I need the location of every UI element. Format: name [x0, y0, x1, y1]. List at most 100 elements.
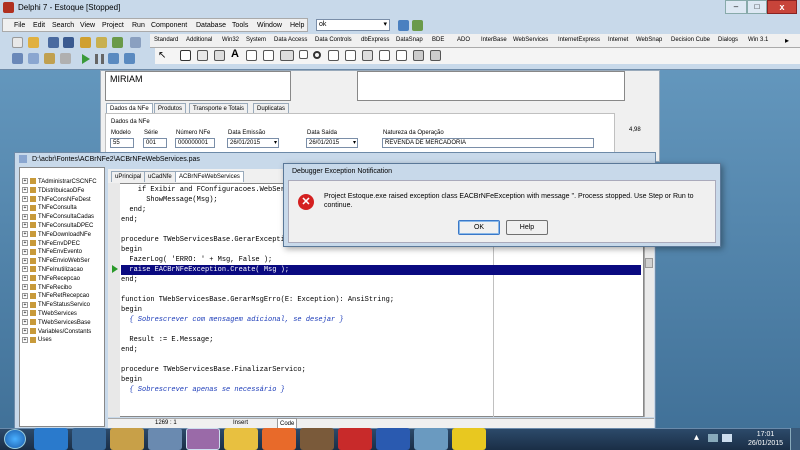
groupbox-component-icon[interactable]: [379, 50, 390, 61]
memo-component-icon[interactable]: [263, 50, 274, 61]
tab-decision-cube[interactable]: Decision Cube: [671, 35, 710, 46]
taskbar-gallery-icon[interactable]: [452, 428, 486, 450]
code-line[interactable]: procedure TWebServicesBase.FinalizarServ…: [121, 365, 306, 375]
menu-component[interactable]: Component: [151, 20, 187, 31]
save-icon[interactable]: [48, 37, 59, 48]
code-line[interactable]: end;: [121, 345, 138, 355]
tab-additional[interactable]: Additional: [186, 35, 212, 46]
taskbar-firefox-icon[interactable]: [262, 428, 296, 450]
expand-icon[interactable]: +: [22, 196, 28, 203]
view-unit-icon[interactable]: [12, 53, 23, 64]
tree-item[interactable]: + TNFeConsultaCadas: [22, 213, 94, 221]
tab-standard[interactable]: Standard: [154, 35, 178, 46]
actionlist-component-icon[interactable]: [430, 50, 441, 61]
expand-icon[interactable]: +: [22, 178, 28, 185]
remove-from-project-icon[interactable]: [112, 37, 123, 48]
tab-internetexpress[interactable]: InternetExpress: [558, 35, 600, 46]
close-button[interactable]: x: [767, 0, 797, 14]
tab-dialogs[interactable]: Dialogs: [718, 35, 738, 46]
tab-data-controls[interactable]: Data Controls: [315, 35, 352, 46]
tree-item[interactable]: + TNFeRecepcao: [22, 275, 80, 283]
expand-icon[interactable]: +: [22, 248, 28, 255]
scrollbar-component-icon[interactable]: [362, 50, 373, 61]
tree-item[interactable]: + TNFeEnvDPEC: [22, 240, 80, 248]
expand-icon[interactable]: +: [22, 275, 28, 282]
desktop-layout-combo[interactable]: ok ▾: [316, 19, 390, 31]
taskbar-explorer2-icon[interactable]: [414, 428, 448, 450]
help-contents-icon[interactable]: [130, 37, 141, 48]
tree-item[interactable]: + TDistribuicaoDFe: [22, 187, 84, 195]
mainmenu-icon[interactable]: [197, 50, 208, 61]
step-over-icon[interactable]: [124, 53, 135, 64]
numero-field[interactable]: 000000001: [175, 138, 215, 148]
expand-icon[interactable]: +: [22, 231, 28, 238]
toggle-form-unit-icon[interactable]: [44, 53, 55, 64]
serie-field[interactable]: 001: [143, 138, 167, 148]
tree-item[interactable]: + TNFeEnvEvento: [22, 248, 82, 256]
expand-icon[interactable]: +: [22, 319, 28, 326]
code-line[interactable]: { Sobrescrever apenas se necessário }: [121, 385, 284, 395]
tree-item[interactable]: + TNFeConsultaDPEC: [22, 222, 93, 230]
tree-item[interactable]: + TNFeRetRecepcao: [22, 292, 89, 300]
expand-icon[interactable]: +: [22, 328, 28, 335]
menu-project[interactable]: Project: [102, 20, 124, 31]
new-icon[interactable]: [12, 37, 23, 48]
taskbar-app-icon[interactable]: [300, 428, 334, 450]
radiogroup-component-icon[interactable]: [396, 50, 407, 61]
tab-datasnap[interactable]: DataSnap: [396, 35, 423, 46]
tab-dbexpress[interactable]: dbExpress: [361, 35, 389, 46]
saida-date-picker[interactable]: 26/01/2015 ▾: [306, 138, 358, 148]
tray-clock[interactable]: 17:01 26/01/2015: [748, 430, 783, 448]
code-line[interactable]: FazerLog( 'ERRO: ' + Msg, False );: [121, 255, 272, 265]
code-line[interactable]: end;: [121, 275, 138, 285]
tree-item[interactable]: + TWebServices: [22, 310, 77, 318]
save-desktop-icon[interactable]: [398, 20, 409, 31]
tab-ado[interactable]: ADO: [457, 35, 470, 46]
code-line[interactable]: Result := E.Message;: [121, 335, 213, 345]
tree-item[interactable]: + TNFeConsNFeDest: [22, 196, 91, 204]
checkbox-component-icon[interactable]: [299, 50, 308, 59]
expand-icon[interactable]: +: [22, 257, 28, 264]
taskbar-word-icon[interactable]: [376, 428, 410, 450]
expand-icon[interactable]: +: [22, 301, 28, 308]
code-line[interactable]: end;: [121, 215, 138, 225]
menu-edit[interactable]: Edit: [33, 20, 45, 31]
tab-internet[interactable]: Internet: [608, 35, 628, 46]
tree-item[interactable]: + TAdministrarCSCNFC: [22, 178, 97, 186]
menu-search[interactable]: Search: [52, 20, 74, 31]
expand-icon[interactable]: +: [22, 266, 28, 273]
open-project-icon[interactable]: [80, 37, 91, 48]
tab-bde[interactable]: BDE: [432, 35, 444, 46]
tab-acbrnfewebservices[interactable]: ACBrNFeWebServices: [175, 171, 244, 182]
add-to-project-icon[interactable]: [96, 37, 107, 48]
help-button[interactable]: Help: [506, 220, 548, 235]
taskbar-ie-icon[interactable]: [34, 428, 68, 450]
tab-interbase[interactable]: InterBase: [481, 35, 507, 46]
view-form-icon[interactable]: [28, 53, 39, 64]
tree-item[interactable]: + Uses: [22, 336, 52, 344]
expand-icon[interactable]: +: [22, 292, 28, 299]
network-icon[interactable]: [708, 434, 718, 442]
taskbar-folder-icon[interactable]: [148, 428, 182, 450]
highlighted-code-line[interactable]: raise EACBrNFeException.Create( Msg );: [121, 265, 641, 275]
tree-item[interactable]: + TNFeInutilizacao: [22, 266, 83, 274]
run-icon[interactable]: [82, 54, 90, 64]
menu-window[interactable]: Window: [257, 20, 282, 31]
volume-icon[interactable]: [722, 434, 732, 442]
tray-up-arrow-icon[interactable]: ▴: [694, 432, 699, 443]
code-line[interactable]: begin: [121, 305, 142, 315]
tab-websnap[interactable]: WebSnap: [636, 35, 662, 46]
code-line[interactable]: ShowMessage(Msg);: [121, 195, 217, 205]
expand-icon[interactable]: +: [22, 204, 28, 211]
tree-item[interactable]: + TNFeEnvioWebSer: [22, 257, 90, 265]
taskbar-explorer-icon[interactable]: [110, 428, 144, 450]
button-component-icon[interactable]: [280, 50, 294, 61]
trace-into-icon[interactable]: [108, 53, 119, 64]
combobox-component-icon[interactable]: [345, 50, 356, 61]
popupmenu-icon[interactable]: [214, 50, 225, 61]
show-desktop-button[interactable]: [790, 428, 800, 450]
tab-system[interactable]: System: [246, 35, 266, 46]
taskbar-media-player-icon[interactable]: [72, 428, 106, 450]
expand-icon[interactable]: +: [22, 187, 28, 194]
tree-item[interactable]: + TNFeDownloadNFe: [22, 231, 91, 239]
